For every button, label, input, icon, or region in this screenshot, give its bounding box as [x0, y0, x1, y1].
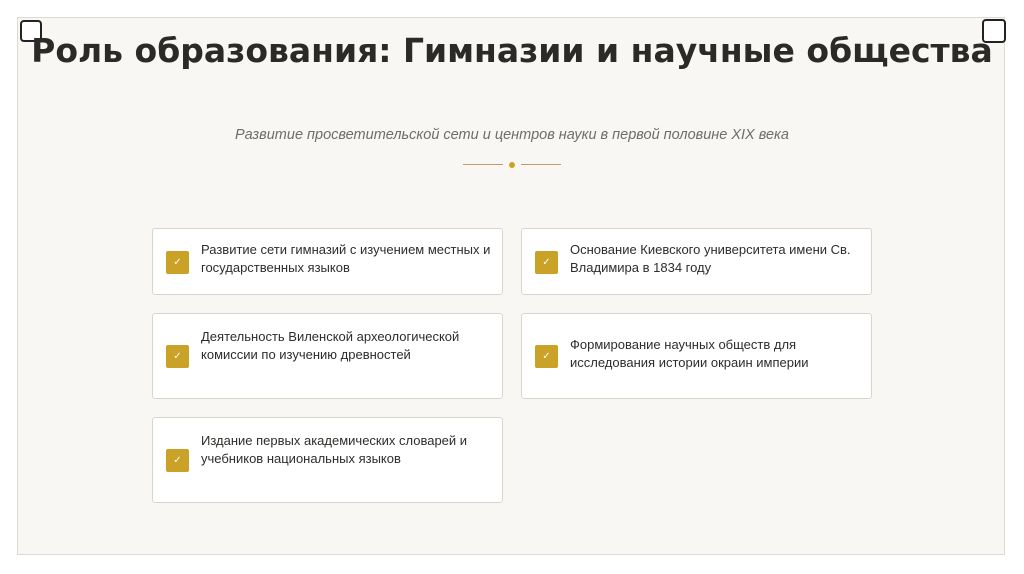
list-item-text: Основание Киевского университета имени С…	[570, 242, 851, 275]
list-item: ✓ Деятельность Виленской археологической…	[152, 313, 503, 399]
check-icon: ✓	[535, 251, 558, 274]
check-icon: ✓	[535, 345, 558, 368]
list-item-text: Деятельность Виленской археологической к…	[201, 329, 460, 362]
list-item-text: Развитие сети гимназий с изучением местн…	[201, 242, 491, 275]
check-icon: ✓	[166, 449, 189, 472]
check-icon: ✓	[166, 251, 189, 274]
page-title: Роль образования: Гимназии и научные общ…	[31, 31, 993, 70]
page-subtitle: Развитие просветительской сети и центров…	[235, 127, 789, 143]
list-item-text: Издание первых академических словарей и …	[201, 433, 468, 466]
check-icon: ✓	[166, 345, 189, 368]
list-item: ✓ Формирование научных обществ для иссле…	[521, 313, 872, 399]
list-item: ✓ Основание Киевского университета имени…	[521, 228, 872, 295]
divider-dot-icon	[509, 162, 515, 168]
list-item: ✓ Развитие сети гимназий с изучением мес…	[152, 228, 503, 295]
divider-line	[463, 164, 503, 165]
list-item: ✓ Издание первых академических словарей …	[152, 417, 503, 503]
decorative-divider	[463, 162, 561, 168]
divider-line	[521, 164, 561, 165]
list-item-text: Формирование научных обществ для исследо…	[570, 337, 809, 370]
